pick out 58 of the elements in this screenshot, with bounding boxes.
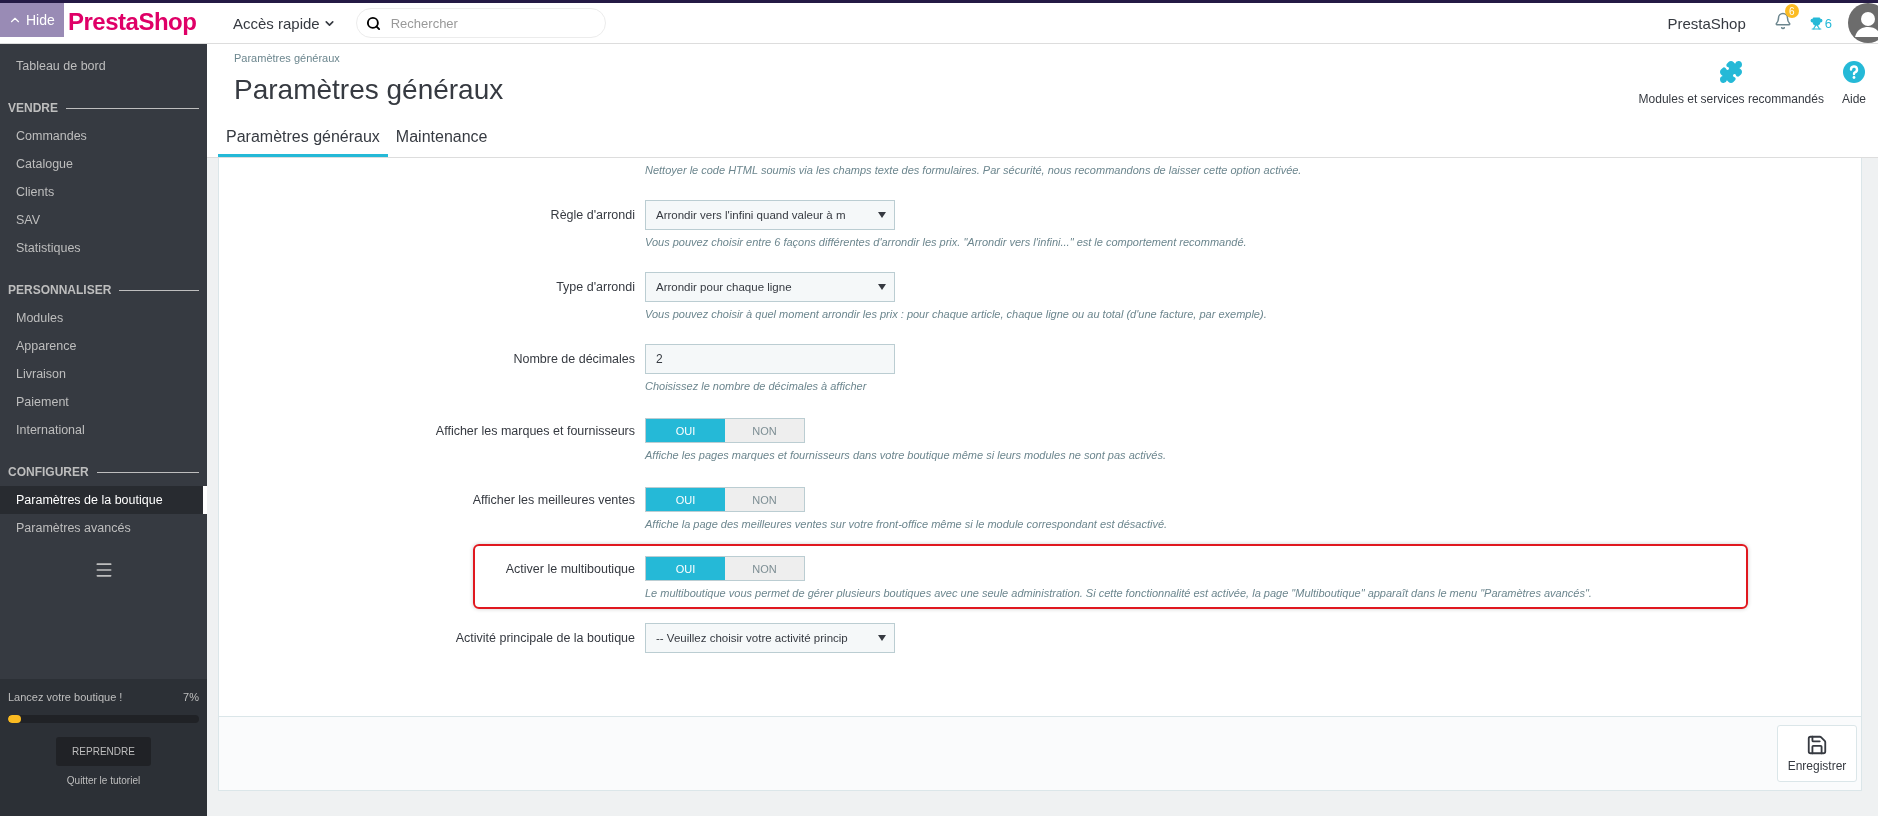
help-text: Affiche la page des meilleures ventes sur votre front-office même si le module correspondant est désactivé. [645,518,1168,530]
sidebar-item[interactable]: Livraison [0,360,207,388]
onboarding-title: Lancez votre boutique ! [8,691,123,703]
sidebar-item[interactable]: Paiement [0,388,207,416]
help-text: Le multiboutique vous permet de gérer plusieurs boutiques avec une seule administration. Si cette fonctionnalité est activée, la page "Multiboutique" apparaît dans le menu "Paramètres avancés". [645,587,1592,599]
breadcrumb[interactable]: Paramètres généraux [234,52,504,64]
sidebar-item[interactable]: SAV [0,206,207,234]
notification-badge: 6 [1784,4,1799,18]
sidebar-item[interactable]: Paramètres de la boutique [0,486,207,514]
section-heading: PERSONNALISER [8,283,112,297]
progress-percent: 7% [183,691,199,703]
search-icon [365,16,381,31]
puzzle-icon [1719,60,1744,84]
quit-tutorial-link[interactable]: Quitter le tutoriel [66,775,141,786]
field-label: Nombre de décimales [512,351,635,368]
field-label: Afficher les marques et fournisseurs [434,423,635,440]
field-label: Type d'arrondi [555,279,635,296]
help-text: Vous pouvez choisir entre 6 façons différentes d'arrondir les prix. "Arrondir vers l'infini..." est le comportement recommandé. [645,236,1247,248]
avatar[interactable] [1848,3,1878,43]
trophy-count: 6 [1824,15,1832,31]
sidebar-item[interactable]: Modules [0,304,207,332]
resume-button[interactable]: REPRENDRE [56,737,151,766]
field-label: Activer le multiboutique [504,561,635,578]
help-text: Nettoyer le code HTML soumis via les champs texte des formulaires. Par sécurité, nous recommandons de laisser cette option activée. [645,164,1303,176]
sidebar-item[interactable]: Apparence [0,332,207,360]
sidebar-item[interactable]: Clients [0,178,207,206]
caret-icon [878,212,886,218]
logo: PrestaShop [68,8,197,36]
search-field[interactable]: Rechercher [355,8,606,38]
field-label: Activité principale de la boutique [454,630,635,647]
toolbar-button[interactable]: Modules et services recommandés [1638,60,1824,106]
input-field[interactable]: 2 [645,344,895,374]
select-field[interactable]: Arrondir pour chaque ligne [645,272,895,302]
sidebar-item[interactable]: Tableau de bord [0,52,207,80]
quick-access-menu[interactable]: Accès rapide [227,13,342,33]
field-label: Afficher les meilleures ventes [471,492,635,509]
select-field[interactable]: -- Veuillez choisir votre activité princip [645,623,895,653]
tab[interactable]: Maintenance [387,128,496,157]
save-icon [1806,734,1828,756]
sidebar-item[interactable]: International [0,416,207,444]
caret-icon [878,635,886,641]
help-text: Choisissez le nombre de décimales à afficher [645,380,867,392]
shop-name[interactable]: PrestaShop [1667,14,1746,32]
help-icon [1842,60,1866,84]
help-text: Vous pouvez choisir à quel moment arrondir les prix : pour chaque article, chaque ligne ou au total (d'une facture, par exemple). [645,308,1267,320]
select-field[interactable]: Arrondir vers l'infini quand valeur à m [645,200,895,230]
sidebar-item[interactable]: Catalogue [0,150,207,178]
sidebar-item[interactable]: Commandes [0,122,207,150]
section-heading: CONFIGURER [8,465,89,479]
toolbar-button[interactable]: Aide [1841,60,1866,106]
section-heading: VENDRE [8,101,58,115]
save-button[interactable]: Enregistrer [1777,725,1857,782]
sidebar-item[interactable]: Paramètres avancés [0,514,207,542]
caret-icon [878,284,886,290]
help-text: Affiche les pages marques et fournisseurs dans votre boutique même si leurs modules ne sont pas activés. [645,449,1166,461]
page-title: Paramètres généraux [234,74,504,106]
field-label: Règle d'arrondi [549,207,635,224]
sidebar-item[interactable]: Statistiques [0,234,207,262]
